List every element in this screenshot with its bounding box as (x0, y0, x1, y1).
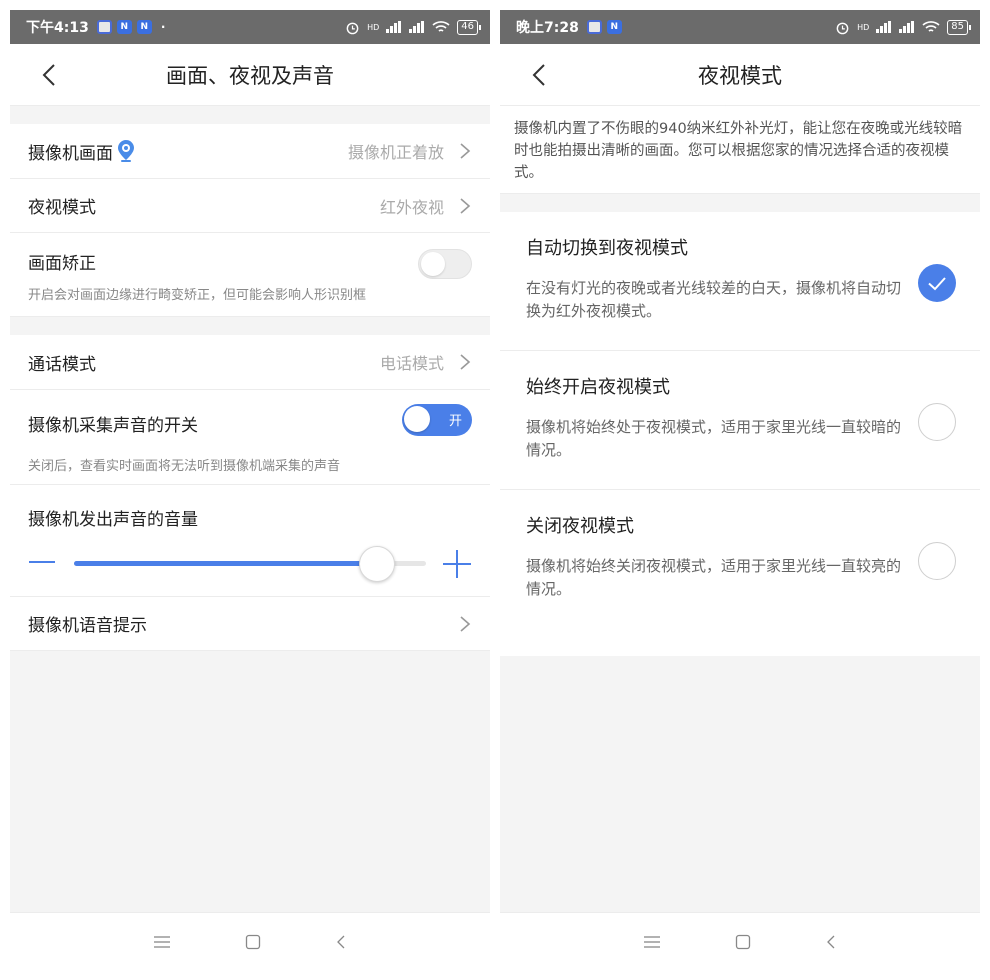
plus-icon[interactable] (442, 549, 472, 579)
battery-icon: 46 (457, 19, 481, 35)
option-auto-switch[interactable]: 自动切换到夜视模式 在没有灯光的夜晚或者光线较差的白天，摄像机将自动切换为红外夜… (500, 212, 980, 351)
hd-signal-icon: HD (367, 22, 380, 32)
home-icon[interactable] (735, 934, 751, 950)
correction-desc: 开启会对画面边缘进行畸变矫正，但可能会影响人形识别框 (28, 288, 367, 303)
sound-capture-row: 摄像机采集声音的开关 关闭后，查看实时画面将无法听到摄像机端采集的声音 开 (10, 390, 490, 485)
menu-icon[interactable] (643, 935, 661, 949)
back-arrow-icon[interactable] (524, 59, 556, 91)
night-mode-value: 红外夜视 (379, 197, 444, 217)
status-time: 晚上7:28 (516, 20, 579, 36)
volume-row: 摄像机发出声音的音量 (10, 485, 490, 597)
battery-icon: 85 (947, 19, 971, 35)
status-dot: · (160, 20, 166, 34)
signal-icon (386, 21, 402, 33)
alarm-icon (836, 22, 849, 34)
back-arrow-icon[interactable] (34, 59, 66, 91)
system-nav-bar (500, 912, 980, 970)
option-title: 始终开启夜视模式 (526, 377, 670, 398)
volume-slider-track[interactable] (74, 546, 426, 582)
chevron-right-icon (460, 354, 471, 370)
radio-unchecked[interactable] (918, 403, 956, 441)
option-title: 关闭夜视模式 (526, 516, 634, 537)
status-bar: 下午4:13 N N · HD 46 (10, 10, 490, 44)
header: 夜视模式 (500, 44, 980, 106)
back-icon[interactable] (335, 934, 347, 950)
menu-icon[interactable] (153, 935, 171, 949)
camera-view-label: 摄像机画面 (28, 143, 113, 164)
n-notification-icon: N (116, 20, 132, 34)
night-mode-screen: 晚上7:28 N HD 85 夜视模式 摄像机内置了不伤眼的940纳米红外补光灯… (500, 10, 980, 970)
signal-icon (876, 21, 892, 33)
chevron-right-icon (460, 197, 471, 214)
camera-view-value: 摄像机正着放 (347, 143, 444, 162)
voice-prompt-row[interactable]: 摄像机语音提示 (10, 597, 490, 651)
header: 画面、夜视及声音 (10, 44, 490, 106)
voice-prompt-label: 摄像机语音提示 (28, 616, 147, 636)
camera-view-row[interactable]: 摄像机画面 摄像机正着放 (10, 124, 490, 179)
option-off[interactable]: 关闭夜视模式 摄像机将始终关闭夜视模式，适用于家里光线一直较亮的情况。 (500, 490, 980, 629)
call-mode-value: 电话模式 (379, 354, 444, 373)
page-title: 画面、夜视及声音 (166, 63, 334, 88)
radio-unchecked[interactable] (918, 542, 956, 580)
settings-screen: 下午4:13 N N · HD 46 画面、夜视及声音 摄像机画面 摄像机正着放… (10, 10, 490, 970)
signal-icon (409, 21, 425, 33)
chevron-right-icon (460, 615, 471, 632)
status-bar: 晚上7:28 N HD 85 (500, 10, 980, 44)
call-mode-row[interactable]: 通话模式 电话模式 (10, 335, 490, 390)
sound-capture-desc: 关闭后，查看实时画面将无法听到摄像机端采集的声音 (28, 459, 341, 474)
checkmark-icon (928, 277, 946, 291)
option-desc: 在没有灯光的夜晚或者光线较差的白天，摄像机将自动切换为红外夜视模式。 (526, 279, 902, 320)
volume-control (28, 538, 472, 588)
intro-text: 摄像机内置了不伤眼的940纳米红外补光灯，能让您在夜晚或光线较暗时也能拍摄出清晰… (500, 106, 980, 194)
correction-row: 画面矫正 开启会对画面边缘进行畸变矫正，但可能会影响人形识别框 (10, 233, 490, 317)
volume-slider-fill (74, 561, 377, 566)
wifi-icon (922, 21, 940, 32)
volume-label: 摄像机发出声音的音量 (28, 510, 198, 530)
section-divider (500, 194, 980, 212)
wifi-icon (432, 21, 450, 32)
option-always-on[interactable]: 始终开启夜视模式 摄像机将始终处于夜视模式，适用于家里光线一直较暗的情况。 (500, 351, 980, 490)
app-notification-icon (96, 20, 112, 34)
toggle-knob (404, 406, 430, 432)
n-notification-icon: N (606, 20, 622, 34)
radio-checked[interactable] (918, 264, 956, 302)
sound-capture-toggle[interactable]: 开 (402, 404, 472, 436)
call-mode-label: 通话模式 (28, 354, 96, 375)
minus-icon[interactable] (28, 548, 56, 576)
status-time: 下午4:13 (26, 20, 89, 36)
empty-area (500, 656, 980, 912)
app-notification-icon (586, 20, 602, 34)
location-pin-icon (118, 140, 134, 162)
correction-toggle[interactable] (418, 249, 472, 279)
chevron-right-icon (460, 143, 471, 159)
toggle-knob (421, 252, 445, 276)
back-icon[interactable] (825, 934, 837, 950)
home-icon[interactable] (245, 934, 261, 950)
empty-area (10, 651, 490, 912)
alarm-icon (346, 22, 359, 34)
n-notification-icon: N (136, 20, 152, 34)
system-nav-bar (10, 912, 490, 970)
option-title: 自动切换到夜视模式 (526, 238, 688, 259)
option-desc: 摄像机将始终处于夜视模式，适用于家里光线一直较暗的情况。 (526, 418, 902, 459)
page-title: 夜视模式 (698, 63, 782, 88)
option-desc: 摄像机将始终关闭夜视模式，适用于家里光线一直较亮的情况。 (526, 557, 902, 598)
hd-signal-icon: HD (857, 22, 870, 32)
signal-icon (899, 21, 915, 33)
section-divider (10, 106, 490, 124)
night-mode-row[interactable]: 夜视模式 红外夜视 (10, 179, 490, 233)
volume-slider-thumb[interactable] (358, 546, 395, 582)
section-divider (10, 317, 490, 335)
night-mode-label: 夜视模式 (28, 198, 96, 218)
correction-label: 画面矫正 (28, 254, 96, 274)
toggle-label: 开 (448, 414, 462, 429)
